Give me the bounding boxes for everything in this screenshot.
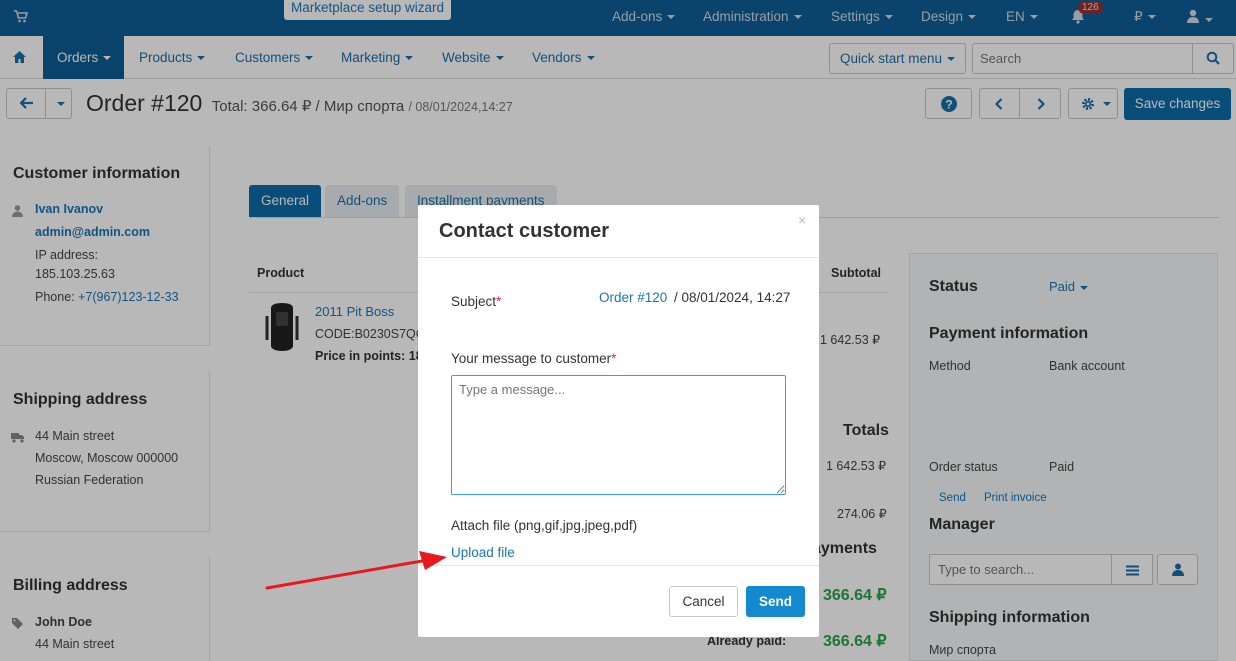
dialog-footer-divider [418, 565, 819, 566]
cancel-button[interactable]: Cancel [669, 586, 738, 617]
message-label: Your message to customer* [451, 351, 617, 366]
subject-order-link[interactable]: Order #120 [599, 290, 667, 305]
close-icon[interactable]: × [798, 212, 806, 228]
contact-customer-dialog: Contact customer × Subject* Order #120 /… [418, 205, 819, 637]
dialog-header-divider [418, 257, 819, 258]
attach-file-label: Attach file (png,gif,jpg,jpeg,pdf) [451, 518, 638, 533]
dialog-title: Contact customer [439, 220, 610, 242]
annotation-arrow-icon [265, 551, 447, 590]
subject-date: / 08/01/2024, 14:27 [674, 290, 791, 305]
message-textarea[interactable] [451, 375, 786, 495]
subject-label: Subject* [451, 294, 502, 309]
upload-file-link[interactable]: Upload file [451, 545, 515, 560]
send-button[interactable]: Send [746, 586, 805, 617]
